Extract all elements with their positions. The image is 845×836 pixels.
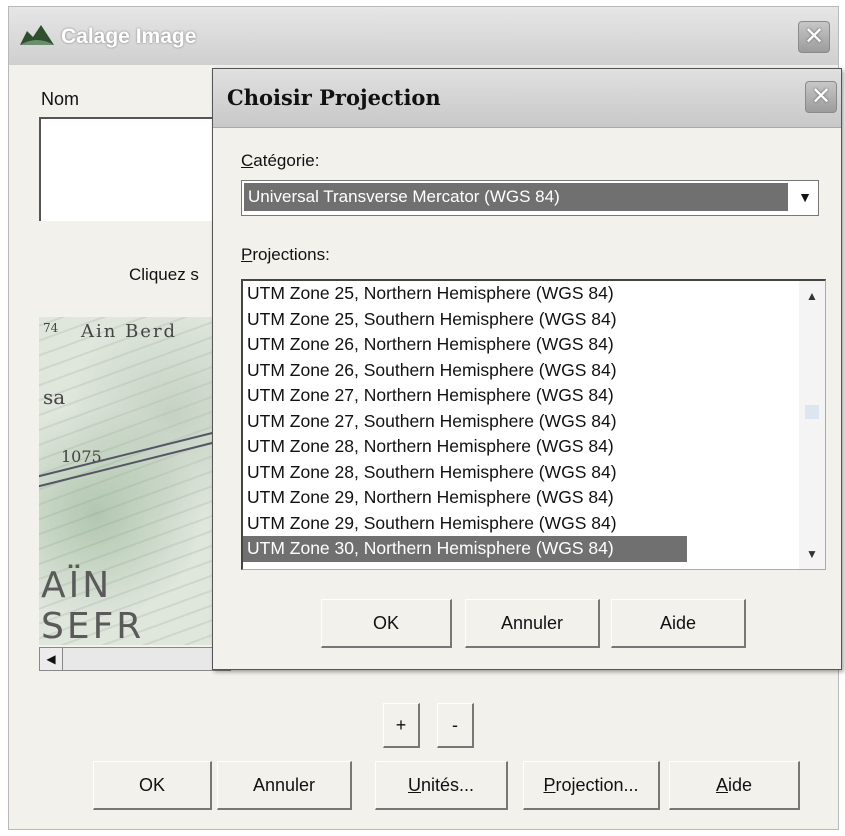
list-item[interactable]: UTM Zone 25, Northern Hemisphere (WGS 84… <box>243 281 687 307</box>
cancel-button[interactable]: Annuler <box>217 761 352 810</box>
nom-label: Nom <box>41 89 80 109</box>
projection-accelerator: P <box>543 775 556 795</box>
category-select[interactable]: Universal Transverse Mercator (WGS 84) ▼ <box>241 180 819 216</box>
scroll-left-arrow-icon[interactable]: ◀ <box>40 648 63 670</box>
app-logo-icon <box>20 25 54 45</box>
units-label: nités... <box>420 775 475 795</box>
list-item-selected[interactable]: UTM Zone 30, Northern Hemisphere (WGS 84… <box>243 536 687 562</box>
nom-field[interactable] <box>39 117 241 221</box>
zoom-in-button[interactable]: + <box>383 703 420 748</box>
ok-button[interactable]: OK <box>93 761 212 810</box>
list-item[interactable]: UTM Zone 27, Southern Hemisphere (WGS 84… <box>243 409 687 435</box>
list-item[interactable]: UTM Zone 29, Northern Hemisphere (WGS 84… <box>243 485 687 511</box>
scroll-thumb[interactable] <box>805 405 819 419</box>
map-label: AÏN SEFR <box>41 565 145 645</box>
dialog-close-button[interactable]: ✕ <box>805 81 837 113</box>
scroll-down-arrow-icon[interactable]: ▼ <box>801 543 823 565</box>
zoom-out-button[interactable]: - <box>437 703 474 748</box>
help-accelerator: A <box>715 775 728 795</box>
projections-vertical-scrollbar[interactable]: ▲ ▼ <box>799 281 825 569</box>
window-titlebar: Calage Image ✕ <box>9 7 838 65</box>
click-instruction-text: Cliquez s <box>129 265 199 284</box>
dialog-help-button[interactable]: Aide <box>611 599 746 648</box>
units-accelerator: U <box>407 775 421 795</box>
category-label-text: atégorie: <box>253 151 320 170</box>
map-label: Ain Berd <box>81 321 178 342</box>
list-item[interactable]: UTM Zone 28, Northern Hemisphere (WGS 84… <box>243 434 687 460</box>
map-label: sa <box>43 385 66 409</box>
list-item[interactable]: UTM Zone 27, Northern Hemisphere (WGS 84… <box>243 383 687 409</box>
help-button[interactable]: Aide <box>669 761 800 810</box>
dropdown-arrow-icon[interactable]: ▼ <box>798 189 812 205</box>
window-title: Calage Image <box>61 25 197 48</box>
dialog-cancel-button[interactable]: Annuler <box>465 599 600 648</box>
list-item[interactable]: UTM Zone 29, Southern Hemisphere (WGS 84… <box>243 511 687 537</box>
projections-label-text: rojections: <box>252 245 330 264</box>
help-label: ide <box>727 775 753 795</box>
dialog-titlebar: Choisir Projection ✕ <box>213 69 841 128</box>
map-image-canvas[interactable]: 74 Ain Berd sa 1075 AÏN SEFR <box>39 317 229 645</box>
dialog-title: Choisir Projection <box>227 85 441 110</box>
category-accelerator: C <box>241 151 254 170</box>
map-label: 1075 <box>61 447 102 466</box>
category-select-value: Universal Transverse Mercator (WGS 84) <box>244 183 788 211</box>
category-label: Catégorie: <box>241 151 319 171</box>
dialog-ok-button[interactable]: OK <box>321 599 452 648</box>
projections-listbox[interactable]: UTM Zone 25, Northern Hemisphere (WGS 84… <box>241 279 826 570</box>
choose-projection-dialog: Choisir Projection ✕ Catégorie: Universa… <box>212 68 842 670</box>
projection-button[interactable]: Projection... <box>523 761 660 810</box>
projections-accelerator: P <box>241 245 253 264</box>
list-item[interactable]: UTM Zone 26, Southern Hemisphere (WGS 84… <box>243 358 687 384</box>
list-item[interactable]: UTM Zone 28, Southern Hemisphere (WGS 84… <box>243 460 687 486</box>
list-item[interactable]: UTM Zone 25, Southern Hemisphere (WGS 84… <box>243 307 687 333</box>
map-horizontal-scrollbar[interactable]: ◀ <box>39 647 231 671</box>
window-close-button[interactable]: ✕ <box>798 21 830 53</box>
units-button[interactable]: Unités... <box>375 761 508 810</box>
scroll-up-arrow-icon[interactable]: ▲ <box>801 285 823 307</box>
map-label: 74 <box>43 321 59 335</box>
projection-label: rojection... <box>555 775 639 795</box>
list-item[interactable]: UTM Zone 26, Northern Hemisphere (WGS 84… <box>243 332 687 358</box>
projections-label: Projections: <box>241 245 330 265</box>
